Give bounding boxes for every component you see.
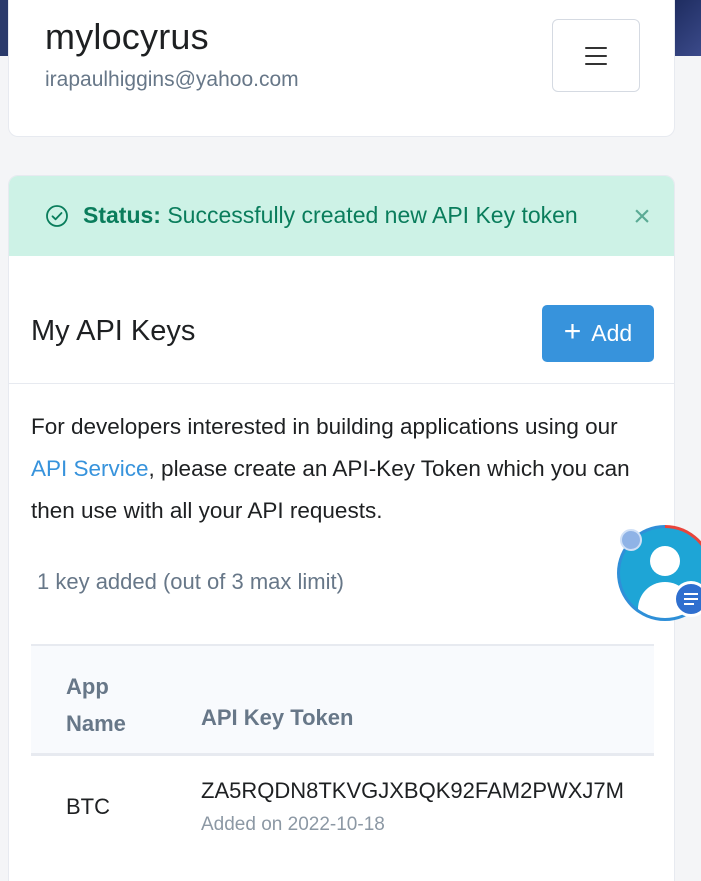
row-added-date: Added on 2022-10-18 [201,814,385,835]
alert-label: Status: [83,202,161,228]
background-strip-right [671,0,701,56]
alert-message: Status: Successfully created new API Key… [83,202,578,229]
menu-toggle-button[interactable] [552,19,640,92]
key-count-text: 1 key added (out of 3 max limit) [37,569,344,594]
status-alert: Status: Successfully created new API Key… [9,176,674,256]
card-title: My API Keys [31,315,196,347]
plus-icon: + [563,315,582,348]
api-description: For developers interested in building ap… [31,406,651,532]
chat-support-widget[interactable] [617,525,701,625]
description-text-start: For developers interested in building ap… [31,414,618,439]
column-header-app-name: App Name [66,674,126,736]
add-button-label: Add [591,320,633,346]
api-keys-table: App Name API Key Token BTC ZA5RQDN8TKVGJ… [31,644,654,866]
chat-message-icon [673,581,701,617]
api-service-link[interactable]: API Service [31,456,149,481]
close-icon[interactable]: × [629,202,655,232]
api-keys-card: Status: Successfully created new API Key… [8,175,675,881]
chat-status-dot [620,529,642,551]
table-header: App Name API Key Token [31,644,654,756]
add-api-key-button[interactable]: + Add [542,305,654,362]
row-api-key-token[interactable]: ZA5RQDN8TKVGJXBQK92FAM2PWXJ7M [201,778,624,804]
divider [9,383,674,384]
profile-card: mylocyrus irapaulhiggins@yahoo.com [8,0,675,137]
alert-text: Successfully created new API Key token [167,202,578,228]
background-strip-left [0,0,8,56]
check-circle-icon [46,205,68,227]
row-app-name: BTC [66,794,110,819]
column-header-api-key-token: API Key Token [201,705,354,730]
profile-email: irapaulhiggins@yahoo.com [45,68,299,91]
table-row: BTC ZA5RQDN8TKVGJXBQK92FAM2PWXJ7M Added … [31,756,654,866]
profile-username: mylocyrus [45,16,209,57]
hamburger-menu-icon [585,46,607,65]
